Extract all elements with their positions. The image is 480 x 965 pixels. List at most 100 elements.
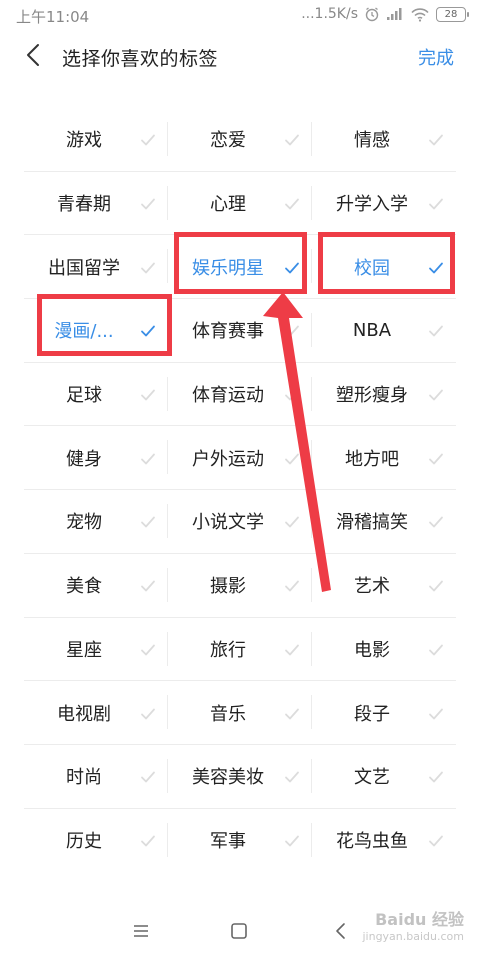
- check-icon: [428, 578, 444, 592]
- tag-label: 娱乐明星: [192, 257, 264, 279]
- back-button[interactable]: [18, 42, 48, 72]
- tag-grid: 游戏 恋爱 情感青春期 心理 升学入学出国留学 娱乐明星 校园漫画/... 体育赛事 NBA 足球…: [24, 108, 456, 871]
- tag-item[interactable]: 青春期: [24, 172, 168, 235]
- tag-label: 游戏: [66, 130, 102, 152]
- nav-bar: Baidu 经验 jingyan.baidu.com: [0, 900, 480, 965]
- tag-label: 艺术: [354, 576, 390, 598]
- tag-row: 时尚 美容美妆 文艺: [24, 745, 456, 809]
- status-bar: 上午11:04 ...1.5K/s 28: [0, 0, 480, 34]
- tag-label: 美食: [66, 576, 102, 598]
- tag-item[interactable]: 时尚: [24, 745, 168, 808]
- check-icon: [140, 196, 156, 210]
- check-icon: [284, 323, 300, 337]
- check-icon: [428, 706, 444, 720]
- tag-row: 健身 户外运动 地方吧: [24, 426, 456, 491]
- tag-item[interactable]: 美食: [24, 554, 168, 617]
- tag-label: 旅行: [210, 639, 246, 661]
- tag-item[interactable]: 旅行: [168, 618, 312, 681]
- tag-label: 出国留学: [48, 257, 120, 279]
- tag-item[interactable]: 星座: [24, 618, 168, 681]
- tag-item[interactable]: 恋爱: [168, 108, 312, 171]
- tag-label: 宠物: [66, 512, 102, 534]
- tag-item[interactable]: 校园: [312, 235, 456, 298]
- tag-label: 电视剧: [57, 703, 111, 725]
- tag-item[interactable]: 滑稽搞笑: [312, 490, 456, 553]
- check-icon: [428, 514, 444, 528]
- tag-label: 青春期: [57, 194, 111, 216]
- wifi-icon: [410, 7, 430, 22]
- tag-item[interactable]: 出国留学: [24, 235, 168, 298]
- tag-item[interactable]: 军事: [168, 809, 312, 872]
- tag-label: 户外运动: [192, 448, 264, 470]
- check-icon: [284, 642, 300, 656]
- tag-row: 足球 体育运动 塑形瘦身: [24, 363, 456, 427]
- tag-item[interactable]: 小说文学: [168, 490, 312, 553]
- tag-item[interactable]: 体育运动: [168, 363, 312, 426]
- check-icon: [284, 196, 300, 210]
- tag-label: 升学入学: [336, 194, 408, 216]
- alarm-icon: [364, 6, 380, 22]
- tag-label: 校园: [354, 257, 390, 279]
- check-icon: [284, 387, 300, 401]
- tag-row: 历史 军事 花鸟虫鱼: [24, 809, 456, 872]
- tag-item[interactable]: 地方吧: [312, 426, 456, 489]
- tag-label: 星座: [66, 639, 102, 661]
- check-icon: [140, 387, 156, 401]
- tag-label: 健身: [66, 448, 102, 470]
- tag-label: 足球: [66, 385, 102, 407]
- tag-item[interactable]: 花鸟虫鱼: [312, 809, 456, 872]
- tag-row: 星座 旅行 电影: [24, 618, 456, 682]
- tag-label: 漫画/...: [54, 321, 114, 343]
- check-icon: [140, 706, 156, 720]
- tag-item[interactable]: 段子: [312, 681, 456, 744]
- done-button[interactable]: 完成: [418, 44, 454, 70]
- tag-item[interactable]: 户外运动: [168, 426, 312, 489]
- tag-label: 电影: [354, 639, 390, 661]
- tag-item[interactable]: 体育赛事: [168, 299, 312, 362]
- tag-item[interactable]: 音乐: [168, 681, 312, 744]
- tag-label: 历史: [66, 830, 102, 852]
- tag-row: 出国留学 娱乐明星 校园: [24, 235, 456, 300]
- check-icon: [140, 514, 156, 528]
- check-icon: [284, 260, 300, 274]
- tag-item[interactable]: 文艺: [312, 745, 456, 808]
- tag-item[interactable]: 健身: [24, 426, 168, 489]
- tag-label: 体育赛事: [192, 321, 264, 343]
- check-icon: [428, 451, 444, 465]
- tag-label: 花鸟虫鱼: [336, 830, 408, 852]
- home-button[interactable]: [228, 920, 252, 944]
- tag-item[interactable]: 情感: [312, 108, 456, 171]
- tag-label: NBA: [352, 319, 392, 341]
- nav-back-button[interactable]: [330, 920, 354, 944]
- check-icon: [284, 706, 300, 720]
- tag-item[interactable]: 塑形瘦身: [312, 363, 456, 426]
- signal-icon: [386, 7, 404, 21]
- tag-item[interactable]: 艺术: [312, 554, 456, 617]
- tag-item[interactable]: 电影: [312, 618, 456, 681]
- tag-item[interactable]: 摄影: [168, 554, 312, 617]
- tag-item[interactable]: 历史: [24, 809, 168, 872]
- network-speed: ...1.5K/s: [301, 6, 358, 22]
- menu-button[interactable]: [130, 920, 154, 944]
- check-icon: [428, 642, 444, 656]
- check-icon: [284, 451, 300, 465]
- tag-item[interactable]: 游戏: [24, 108, 168, 171]
- tag-item[interactable]: 心理: [168, 172, 312, 235]
- tag-item[interactable]: 娱乐明星: [168, 235, 312, 298]
- tag-item[interactable]: 足球: [24, 363, 168, 426]
- check-icon: [140, 451, 156, 465]
- tag-label: 心理: [210, 194, 246, 216]
- tag-item[interactable]: NBA: [312, 299, 456, 362]
- check-icon: [284, 132, 300, 146]
- tag-label: 段子: [354, 703, 390, 725]
- check-icon: [140, 769, 156, 783]
- tag-row: 青春期 心理 升学入学: [24, 172, 456, 236]
- tag-item[interactable]: 升学入学: [312, 172, 456, 235]
- tag-item[interactable]: 宠物: [24, 490, 168, 553]
- tag-item[interactable]: 漫画/...: [24, 299, 168, 362]
- tag-item[interactable]: 电视剧: [24, 681, 168, 744]
- check-icon: [428, 132, 444, 146]
- tag-item[interactable]: 美容美妆: [168, 745, 312, 808]
- tag-label: 文艺: [354, 767, 390, 789]
- tag-label: 塑形瘦身: [336, 385, 408, 407]
